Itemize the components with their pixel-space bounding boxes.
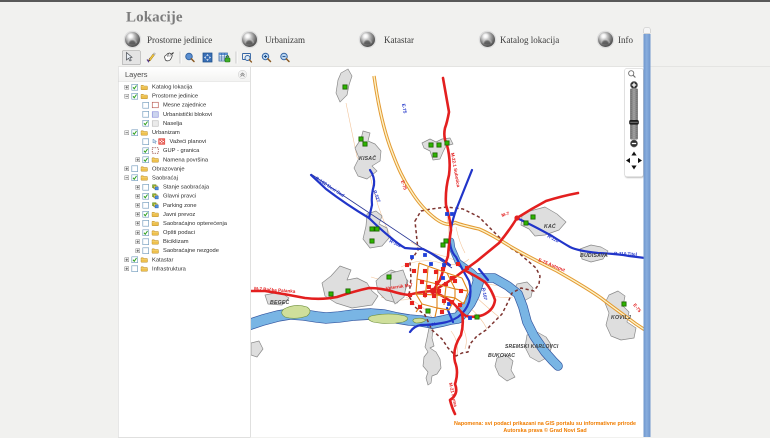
svg-text:BEGEČ: BEGEČ [270,298,290,306]
svg-text:M-7: M-7 [501,211,510,218]
svg-text:KAĆ: KAĆ [544,223,556,230]
svg-text:R-110 Titel: R-110 Titel [614,251,637,257]
svg-text:KOVILJ: KOVILJ [611,315,631,321]
svg-text:R-110: R-110 [547,233,561,243]
svg-text:R-102: R-102 [389,238,403,248]
svg-text:R-102 Novi Sad: R-102 Novi Sad [314,176,345,199]
svg-text:E-75: E-75 [401,103,408,114]
svg-text:BUKOVAC: BUKOVAC [488,353,515,359]
svg-text:KISAČ: KISAČ [359,154,376,162]
svg-text:Napomena: svi podaci prikazani: Napomena: svi podaci prikazani na GIS po… [454,421,636,427]
svg-text:R-527: R-527 [372,190,381,204]
svg-text:E-75: E-75 [632,303,642,314]
svg-text:Autorska prava © Grad Novi Sa: Autorska prava © Grad Novi Sad [503,427,586,434]
svg-text:M-22.1 Subotica: M-22.1 Subotica [450,152,461,188]
svg-text:SREMSKI KARLOVCI: SREMSKI KARLOVCI [505,344,559,350]
svg-text:R-107: R-107 [481,287,488,301]
svg-text:BUDISAVA: BUDISAVA [580,253,608,259]
